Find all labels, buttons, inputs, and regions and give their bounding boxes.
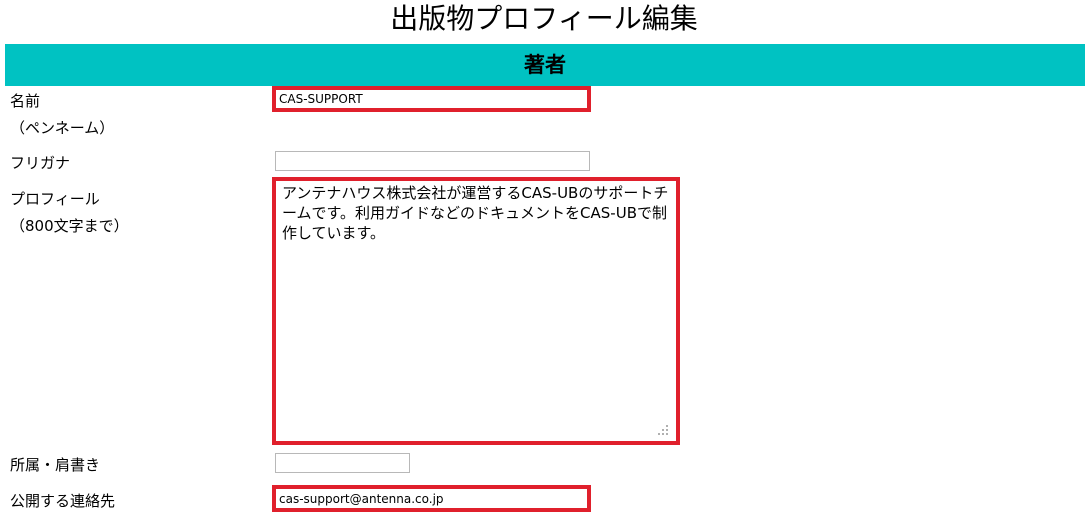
page-title: 出版物プロフィール編集 [390, 2, 698, 35]
section-header-author: 著者 [5, 44, 1085, 86]
affiliation-input[interactable] [275, 453, 410, 473]
contact-input[interactable] [272, 485, 591, 512]
name-label: 名前 [10, 92, 41, 110]
profile-textarea[interactable]: アンテナハウス株式会社が運営するCAS-UBのサポートチームです。利用ガイドなど… [272, 177, 680, 445]
furigana-label: フリガナ [10, 154, 71, 172]
name-input[interactable] [272, 86, 591, 112]
profile-edit-page: 出版物プロフィール編集 著者 名前 （ペンネーム） フリガナ プロフィール （8… [0, 0, 1088, 517]
profile-label-note: （800文字まで） [10, 217, 129, 235]
profile-label: プロフィール [10, 190, 100, 208]
affiliation-label: 所属・肩書き [10, 456, 101, 474]
furigana-input[interactable] [275, 151, 590, 171]
name-label-note: （ペンネーム） [10, 119, 115, 137]
resize-handle-icon[interactable] [656, 423, 668, 435]
contact-label: 公開する連絡先 [10, 492, 116, 510]
